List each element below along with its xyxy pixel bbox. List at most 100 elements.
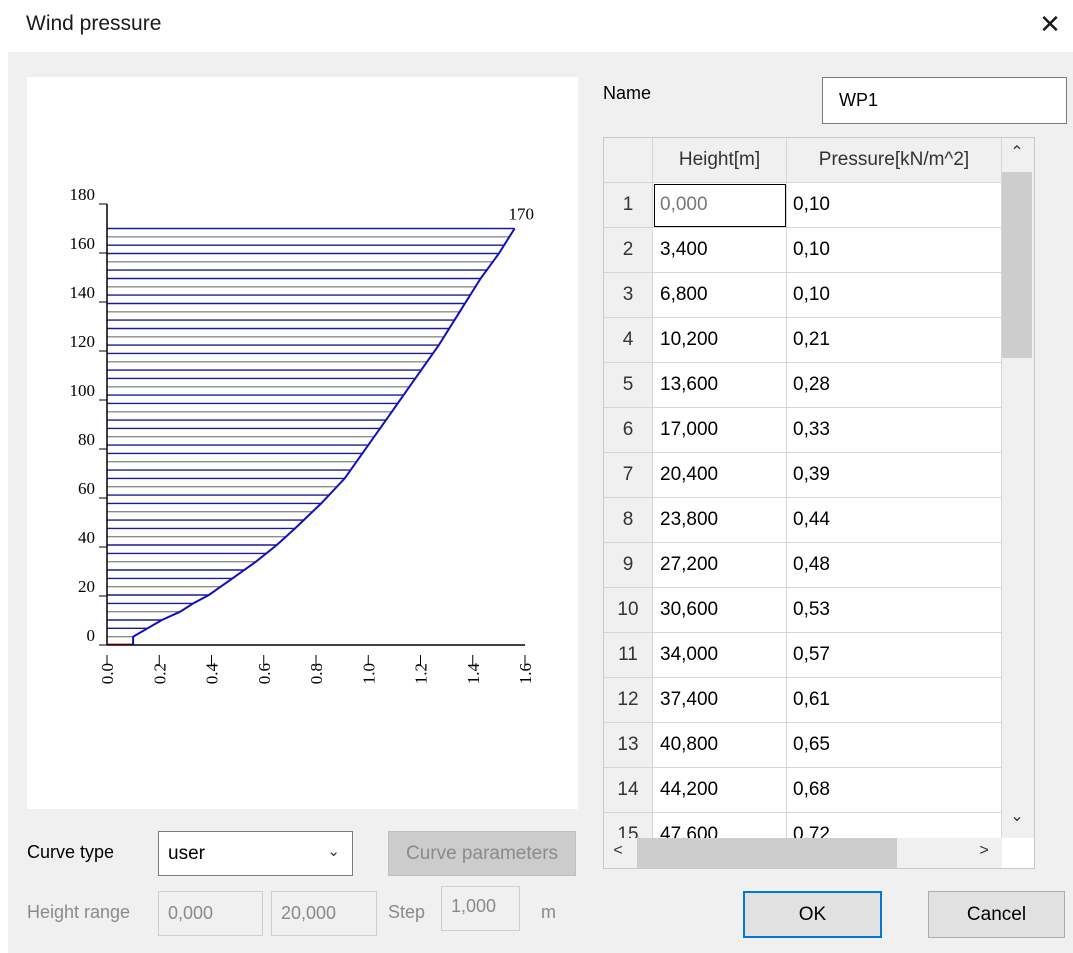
row-header[interactable]: 8 [604,498,653,543]
x-tick-label: 0.0 [98,663,117,684]
row-header[interactable]: 13 [604,723,653,768]
name-label: Name [603,83,652,103]
height-cell[interactable]: 10,200 [653,318,787,363]
row-header[interactable]: 1 [604,183,653,228]
x-tick-label: 0.6 [255,663,274,684]
x-tick-label: 0.2 [150,663,169,684]
height-cell[interactable]: 27,200 [653,543,787,588]
height-from-field[interactable]: 0,000 [158,891,263,936]
table-row[interactable]: 5 13,600 0,28 [604,363,1002,408]
pressure-cell[interactable]: 0,28 [787,363,1002,408]
x-tick-label: 1.2 [412,663,431,684]
pressure-cell[interactable]: 0,39 [787,453,1002,498]
title-bar: Wind pressure ✕ [0,0,1073,52]
x-tick-label: 0.8 [307,663,326,684]
height-cell[interactable]: 34,000 [653,633,787,678]
curve-parameters-button[interactable]: Curve parameters [388,831,576,876]
row-header[interactable]: 4 [604,318,653,363]
pressure-cell[interactable]: 0,61 [787,678,1002,723]
height-cell[interactable]: 0,000 [653,183,787,228]
chart-panel: 180 160 140 120 100 80 60 40 20 0 0.0 0.2 0.4 0.6 0.8 1… [27,77,578,809]
column-header-pressure[interactable]: Pressure[kN/m^2] [787,138,1002,183]
table-row[interactable]: 3 6,800 0,10 [604,273,1002,318]
pressure-cell[interactable]: 0,33 [787,408,1002,453]
step-field[interactable]: 1,000 [441,886,520,931]
table-row[interactable]: 6 17,000 0,33 [604,408,1002,453]
table-row[interactable]: 10 30,600 0,53 [604,588,1002,633]
row-header[interactable]: 2 [604,228,653,273]
row-header[interactable]: 10 [604,588,653,633]
height-cell[interactable]: 44,200 [653,768,787,813]
table-header: Height[m] Pressure[kN/m^2] [604,138,1002,183]
name-field[interactable]: WP1 [822,77,1067,124]
column-header-height[interactable]: Height[m] [653,138,787,183]
pressure-cell[interactable]: 0,53 [787,588,1002,633]
table-row[interactable]: 8 23,800 0,44 [604,498,1002,543]
table-row[interactable]: 2 3,400 0,10 [604,228,1002,273]
x-tick-label: 1.0 [359,663,378,684]
row-header[interactable]: 12 [604,678,653,723]
table-row[interactable]: 14 44,200 0,68 [604,768,1002,813]
table-row[interactable]: 13 40,800 0,65 [604,723,1002,768]
curve-top-label: 170 [509,205,535,224]
table-row[interactable]: 9 27,200 0,48 [604,543,1002,588]
pressure-cell[interactable]: 0,57 [787,633,1002,678]
x-tick-label: 1.4 [464,663,483,685]
row-header[interactable]: 11 [604,633,653,678]
cancel-button[interactable]: Cancel [928,891,1065,938]
header-corner [604,138,653,183]
table-row[interactable]: 11 34,000 0,57 [604,633,1002,678]
y-tick-label: 20 [78,577,95,596]
horizontal-scrollbar[interactable]: < > [604,838,1002,868]
height-cell[interactable]: 23,800 [653,498,787,543]
pressure-cell[interactable]: 0,65 [787,723,1002,768]
pressure-cell[interactable]: 0,10 [787,228,1002,273]
height-cell[interactable]: 3,400 [653,228,787,273]
row-header[interactable]: 6 [604,408,653,453]
height-cell[interactable]: 30,600 [653,588,787,633]
pressure-cell[interactable]: 0,21 [787,318,1002,363]
vertical-scroll-thumb[interactable] [1002,172,1032,358]
height-cell[interactable]: 17,000 [653,408,787,453]
row-header[interactable]: 5 [604,363,653,408]
pressure-cell[interactable]: 0,48 [787,543,1002,588]
pressure-cell[interactable]: 0,44 [787,498,1002,543]
step-label: Step [388,902,426,922]
table-row[interactable]: 1 0,000 0,10 [604,183,1002,228]
table-row[interactable]: 4 10,200 0,21 [604,318,1002,363]
y-tick-label: 160 [70,234,96,253]
ok-button[interactable]: OK [743,891,882,938]
pressure-cell[interactable]: 0,10 [787,183,1002,228]
row-header[interactable]: 9 [604,543,653,588]
y-tick-label: 40 [78,528,95,547]
pressure-cell[interactable]: 0,68 [787,768,1002,813]
height-cell[interactable]: 20,400 [653,453,787,498]
chevron-down-icon: ⌄ [327,843,340,860]
table-row[interactable]: 12 37,400 0,61 [604,678,1002,723]
height-cell[interactable]: 40,800 [653,723,787,768]
height-cell[interactable]: 37,400 [653,678,787,723]
row-header[interactable]: 7 [604,453,653,498]
row-header[interactable]: 3 [604,273,653,318]
scroll-down-icon[interactable]: ⌄ [1007,806,1027,826]
height-to-field[interactable]: 20,000 [271,891,377,936]
y-tick-label: 80 [78,430,95,449]
row-header[interactable]: 14 [604,768,653,813]
pressure-cell[interactable]: 0,10 [787,273,1002,318]
scroll-left-icon[interactable]: < [608,842,628,860]
close-icon[interactable]: ✕ [1036,10,1064,38]
curve-type-select[interactable]: user ⌄ [158,831,353,876]
horizontal-scroll-thumb[interactable] [637,838,897,868]
scroll-right-icon[interactable]: > [974,842,994,860]
height-cell[interactable]: 13,600 [653,363,787,408]
y-tick-label: 60 [78,479,95,498]
table-row[interactable]: 7 20,400 0,39 [604,453,1002,498]
height-cell[interactable]: 6,800 [653,273,787,318]
scroll-up-icon[interactable]: ⌃ [1007,142,1027,162]
y-tick-label: 0 [87,626,96,645]
y-tick-label: 180 [70,185,96,204]
vertical-scrollbar[interactable]: ⌃ ⌄ [1002,138,1034,838]
curve-type-label: Curve type [27,842,115,862]
step-unit-label: m [541,902,556,922]
curve-type-value: user [168,843,205,864]
